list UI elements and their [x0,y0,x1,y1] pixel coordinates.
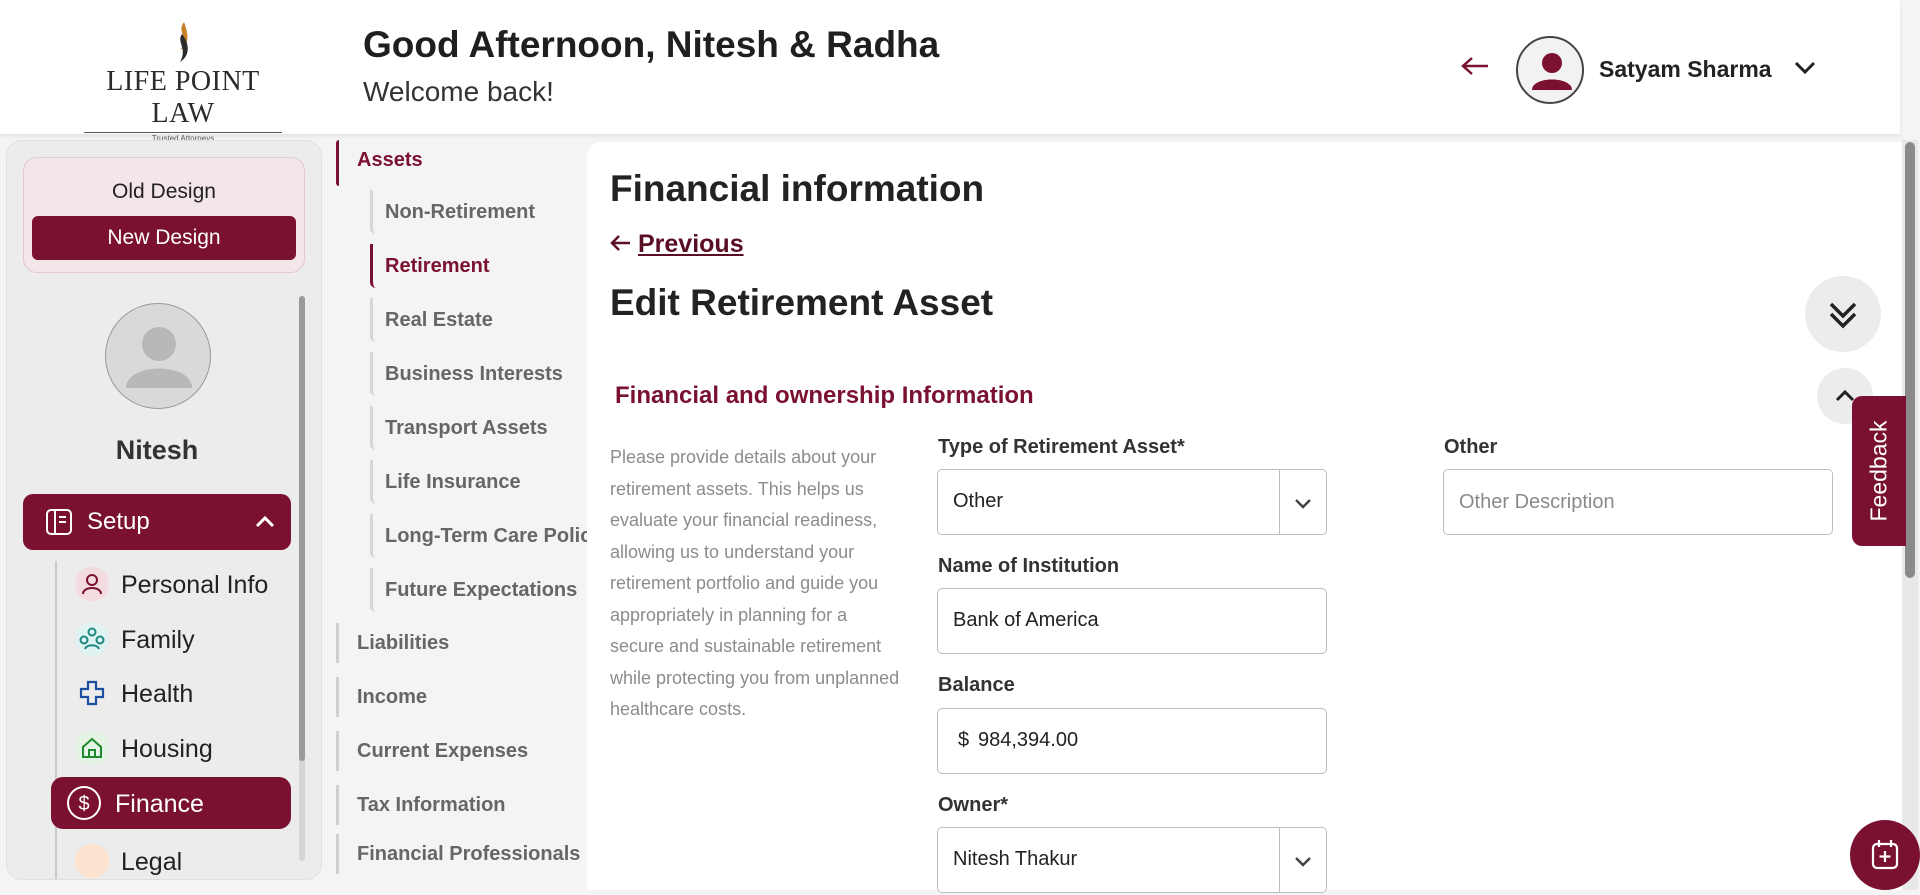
svg-text:$: $ [78,793,89,815]
subnav-tax-information[interactable]: Tax Information [336,785,506,825]
sidebar-item-label: Finance [115,790,204,818]
input-placeholder: Other Description [1459,491,1615,513]
add-note-button[interactable] [1850,820,1920,890]
subnav-assets[interactable]: Assets [336,140,423,186]
select-value: Nitesh Thakur [953,848,1078,870]
setup-label: Setup [87,508,150,535]
expand-all-button[interactable] [1805,276,1881,352]
chevron-down-icon[interactable] [1793,60,1817,76]
page-title: Financial information [610,168,985,209]
balance-label: Balance [938,674,1015,696]
user-avatar-icon [1532,53,1572,90]
currency-symbol: $ [958,729,970,751]
sidebar-item-label: Personal Info [121,571,269,599]
previous-link[interactable]: Previous [610,230,744,259]
sidebar-item-health[interactable]: Health [69,670,289,716]
form-title: Edit Retirement Asset [610,282,994,323]
institution-label: Name of Institution [938,555,1120,577]
subnav-business-interests[interactable]: Business Interests [370,352,563,396]
setup-toggle[interactable]: Setup [23,494,291,550]
subnav-non-retirement[interactable]: Non-Retirement [370,190,535,234]
sidebar-item-label: Housing [121,735,213,763]
main-content: Financial information Previous Edit Reti… [587,142,1902,893]
sidebar-item-housing[interactable]: Housing [69,725,289,771]
calendar-plus-icon [1871,840,1899,870]
sidebar-item-personal-info[interactable]: Personal Info [69,561,289,607]
sidebar-item-finance[interactable]: $ Finance [51,777,291,829]
person-icon [75,567,109,601]
owner-select[interactable]: Nitesh Thakur [937,827,1327,893]
flame-logo-icon [180,22,188,62]
input-value: 984,394.00 [978,729,1079,751]
scrollbar-thumb[interactable] [299,296,305,761]
type-label: Type of Retirement Asset* [938,436,1185,458]
subnav-financial-professionals[interactable]: Financial Professionals [336,834,580,874]
design-toggle: Old Design New Design [23,157,305,273]
select-divider [1279,470,1280,534]
sidebar: Old Design New Design Nitesh Setup Perso… [6,140,322,880]
profile-name: Nitesh [115,435,199,465]
input-value: Bank of America [953,609,1099,631]
subnav-current-expenses[interactable]: Current Expenses [336,731,528,771]
book-icon [46,509,72,535]
house-icon [75,731,109,765]
subnav-life-insurance[interactable]: Life Insurance [370,460,521,504]
chevron-down-icon [1295,857,1311,867]
person-placeholder-icon [126,327,192,388]
nav-divider [55,561,57,879]
sidebar-item-label: Health [121,680,194,708]
double-chevron-down-icon [1829,302,1857,329]
subnav-liabilities[interactable]: Liabilities [336,623,449,663]
family-icon [75,622,109,656]
sidebar-scrollbar[interactable] [299,296,305,861]
subnav-transport-assets[interactable]: Transport Assets [370,406,548,450]
feedback-label: Feedback [1865,420,1892,522]
section-description: Please provide details about your retire… [610,447,900,719]
sidebar-item-legal[interactable]: Legal [69,838,289,879]
select-divider [1279,828,1280,892]
welcome-text: Welcome back! [363,76,554,107]
user-name[interactable]: Satyam Sharma [1599,56,1772,83]
greeting: Good Afternoon, Nitesh & Radha [363,24,940,65]
other-description-input[interactable]: Other Description [1443,469,1833,535]
arrow-left-icon[interactable] [1460,54,1490,78]
sidebar-item-label: Family [121,626,195,654]
logo[interactable]: LIFE POINT LAW Trusted Attorneys [80,20,286,143]
header-bar: LIFE POINT LAW Trusted Attorneys Good Af… [0,0,1900,143]
subnav-future-expectations[interactable]: Future Expectations [370,568,577,612]
arrow-left-icon [610,235,630,251]
subnav-long-term-care[interactable]: Long-Term Care Policy [370,514,602,558]
previous-label: Previous [638,230,744,258]
logo-name: LIFE POINT LAW [106,66,260,129]
legal-icon [75,844,109,878]
owner-label: Owner* [938,794,1009,816]
section-title: Financial and ownership Information [615,382,1034,409]
sidebar-item-family[interactable]: Family [69,616,289,662]
dollar-icon: $ [67,786,101,820]
subnav-retirement[interactable]: Retirement [370,244,489,288]
sidebar-item-label: Legal [121,848,183,876]
other-label: Other [1444,436,1498,458]
subnav-income[interactable]: Income [336,677,427,717]
medical-cross-icon [75,676,109,710]
subnav-real-estate[interactable]: Real Estate [370,298,493,342]
finance-subnav: Assets Non-Retirement Retirement Real Es… [330,140,602,890]
feedback-tab[interactable]: Feedback [1852,396,1906,546]
scrollbar-thumb[interactable] [1905,142,1915,578]
select-value: Other [953,490,1004,512]
retirement-type-select[interactable]: Other [937,469,1327,535]
chevron-down-icon [1295,499,1311,509]
old-design-button[interactable]: Old Design [24,180,304,204]
profile-avatar [105,303,211,409]
institution-input[interactable]: Bank of America [937,588,1327,654]
new-design-button[interactable]: New Design [32,216,296,260]
balance-input[interactable]: $ 984,394.00 [937,708,1327,774]
user-avatar[interactable] [1516,36,1584,104]
chevron-up-icon [255,516,275,528]
